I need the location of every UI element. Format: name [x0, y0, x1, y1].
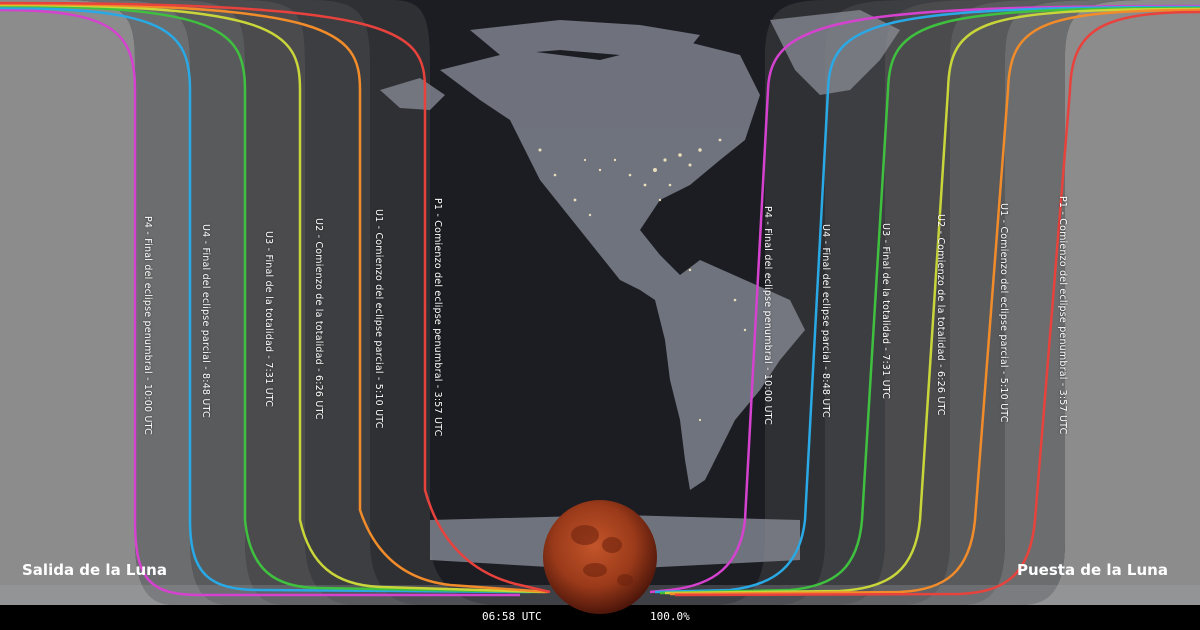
label-west-u1: U1 - Comienzo del eclipse parcial - 5:10… [373, 209, 384, 429]
label-east-u3: U3 - Final de la totalidad - 7:31 UTC [880, 223, 891, 400]
label-east-p1: P1 - Comienzo del eclipse penumbral - 3:… [1057, 196, 1068, 435]
status-percent: 100.0% [650, 610, 690, 623]
label-east-u4: U4 - Final del eclipse parcial - 8:48 UT… [820, 224, 831, 418]
status-time: 06:58 UTC [482, 610, 542, 623]
label-east-p4: P4 - Final del eclipse penumbral - 10:00… [762, 206, 773, 425]
label-west-u3: U3 - Final de la totalidad - 7:31 UTC [263, 231, 274, 408]
moonset-label: Puesta de la Luna [1017, 561, 1168, 579]
label-west-u4: U4 - Final del eclipse parcial - 8:48 UT… [200, 224, 211, 418]
eclipsed-moon [543, 500, 657, 614]
label-west-u2: U2 - Comienzo de la totalidad - 6:26 UTC [313, 218, 324, 420]
label-east-u1: U1 - Comienzo del eclipse parcial - 5:10… [998, 203, 1009, 423]
label-east-u2: U2 - Comienzo de la totalidad - 6:26 UTC [935, 214, 946, 416]
eclipse-visibility-map [0, 0, 1200, 630]
label-west-p1: P1 - Comienzo del eclipse penumbral - 3:… [432, 198, 443, 437]
moonrise-label: Salida de la Luna [22, 561, 167, 579]
label-west-p4: P4 - Final del eclipse penumbral - 10:00… [142, 216, 153, 435]
